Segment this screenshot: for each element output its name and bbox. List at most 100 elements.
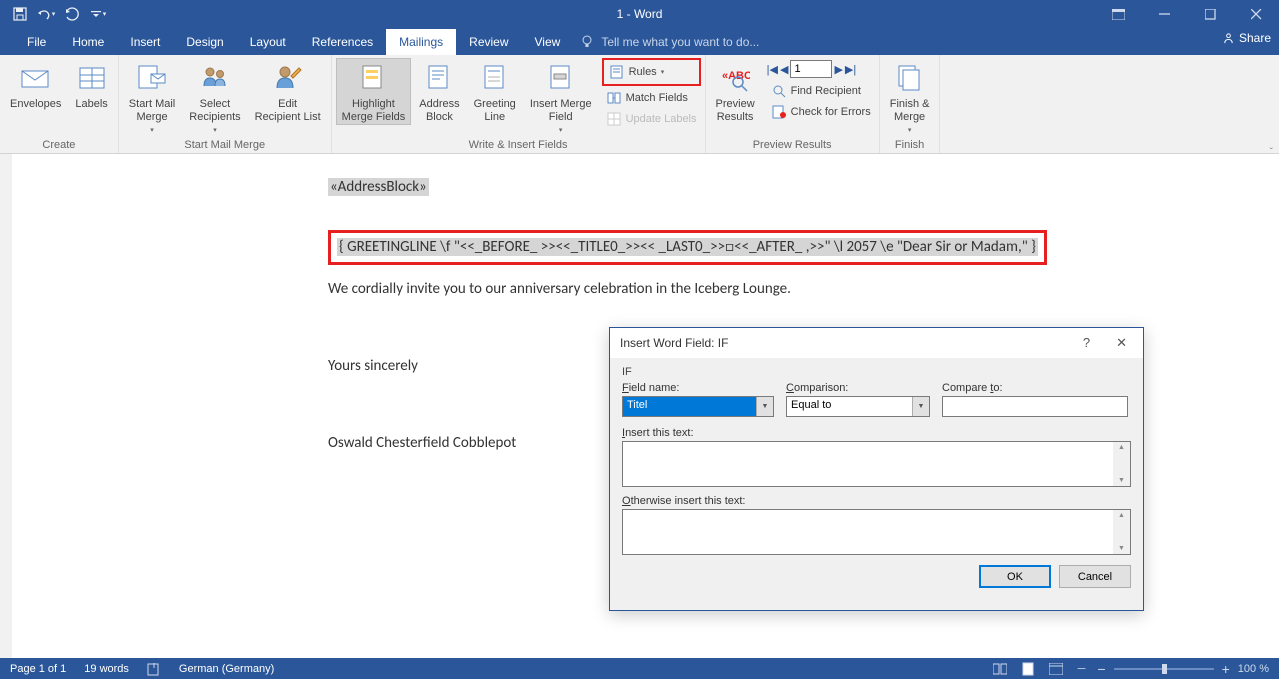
tab-file[interactable]: File xyxy=(14,29,59,55)
ok-button[interactable]: OK xyxy=(979,565,1051,588)
greeting-line-icon xyxy=(479,62,511,94)
finish-merge-button[interactable]: Finish & Merge▾ xyxy=(884,58,936,137)
ribbon: Envelopes Labels Create Start Mail Merge… xyxy=(0,55,1279,154)
labels-button[interactable]: Labels xyxy=(69,58,113,111)
compare-to-label: Compare to: xyxy=(942,382,1128,394)
find-icon xyxy=(771,83,787,99)
edit-recipient-icon xyxy=(272,62,304,94)
compare-to-input[interactable] xyxy=(942,396,1128,417)
body-paragraph[interactable]: We cordially invite you to our anniversa… xyxy=(328,279,1048,300)
ribbon-options-icon[interactable] xyxy=(1095,0,1141,28)
left-margin xyxy=(0,154,12,658)
tab-mailings[interactable]: Mailings xyxy=(386,29,456,55)
highlight-merge-fields-button[interactable]: Highlight Merge Fields xyxy=(336,58,412,125)
check-for-errors-button[interactable]: Check for Errors xyxy=(767,101,875,122)
otherwise-text-textarea[interactable]: ▲▼ xyxy=(622,509,1131,555)
tab-review[interactable]: Review xyxy=(456,29,521,55)
record-number-input[interactable] xyxy=(790,60,832,78)
update-labels-button: Update Labels xyxy=(602,108,701,129)
tab-references[interactable]: References xyxy=(299,29,386,55)
insert-text-textarea[interactable]: ▲▼ xyxy=(622,441,1131,487)
select-recipients-icon xyxy=(199,62,231,94)
envelope-icon xyxy=(20,62,52,94)
greeting-line-button[interactable]: Greeting Line xyxy=(468,58,522,124)
save-icon[interactable] xyxy=(8,3,32,25)
envelopes-button[interactable]: Envelopes xyxy=(4,58,67,111)
finish-merge-icon xyxy=(894,62,926,94)
field-name-label: Field name: xyxy=(622,382,774,394)
rules-highlight-box: Rules▾ xyxy=(602,58,701,86)
document-title: 1 - Word xyxy=(617,7,663,21)
dialog-help-icon[interactable]: ? xyxy=(1073,331,1100,355)
web-layout-icon[interactable] xyxy=(1046,661,1066,677)
preview-results-button[interactable]: «ABC» Preview Results xyxy=(710,58,761,124)
collapse-ribbon-icon[interactable]: ˬ xyxy=(1270,139,1273,150)
tab-insert[interactable]: Insert xyxy=(117,29,173,55)
zoom-in-icon[interactable]: + xyxy=(1222,661,1230,677)
address-block-field[interactable]: «AddressBlock» xyxy=(328,178,429,196)
next-record-icon[interactable]: ▶ xyxy=(834,63,842,76)
greeting-line-field-code[interactable]: { GREETINGLINE \f "<<_BEFORE_ >><<_TITLE… xyxy=(337,238,1038,256)
language-status[interactable]: German (Germany) xyxy=(179,663,274,675)
share-icon xyxy=(1222,32,1235,45)
proofing-icon[interactable] xyxy=(147,662,161,676)
ribbon-group-preview: «ABC» Preview Results |◀ ◀ ▶ ▶| Find Rec… xyxy=(706,55,880,153)
tab-design[interactable]: Design xyxy=(173,29,236,55)
tell-me-search[interactable]: Tell me what you want to do... xyxy=(573,29,767,55)
maximize-icon[interactable] xyxy=(1187,0,1233,28)
status-bar: Page 1 of 1 19 words German (Germany) ─ … xyxy=(0,658,1279,679)
tab-home[interactable]: Home xyxy=(59,29,117,55)
scrollbar[interactable]: ▲▼ xyxy=(1113,442,1130,486)
chevron-down-icon[interactable]: ▼ xyxy=(756,397,773,416)
dialog-close-icon[interactable]: ✕ xyxy=(1106,331,1137,355)
edit-recipient-list-button[interactable]: Edit Recipient List xyxy=(249,58,327,124)
comparison-combo[interactable]: Equal to ▼ xyxy=(786,396,930,417)
dialog-titlebar: Insert Word Field: IF ? ✕ xyxy=(610,328,1143,358)
insert-merge-field-button[interactable]: Insert Merge Field▾ xyxy=(524,58,598,137)
close-icon[interactable] xyxy=(1233,0,1279,28)
ribbon-group-create: Envelopes Labels Create xyxy=(0,55,119,153)
labels-icon xyxy=(76,62,108,94)
tab-view[interactable]: View xyxy=(522,29,574,55)
first-record-icon[interactable]: |◀ xyxy=(767,63,778,76)
ribbon-tabs: File Home Insert Design Layout Reference… xyxy=(0,28,1279,55)
select-recipients-button[interactable]: Select Recipients▾ xyxy=(183,58,246,137)
quick-access-toolbar: ▾ ▾ xyxy=(0,3,110,25)
scrollbar[interactable]: ▲▼ xyxy=(1113,510,1130,554)
find-recipient-button[interactable]: Find Recipient xyxy=(767,80,875,101)
dialog-title: Insert Word Field: IF xyxy=(620,336,728,350)
check-errors-icon xyxy=(771,104,787,120)
match-fields-button[interactable]: Match Fields xyxy=(602,87,701,108)
match-fields-icon xyxy=(606,90,622,106)
ribbon-group-write-insert: Highlight Merge Fields Address Block Gre… xyxy=(332,55,706,153)
undo-icon[interactable]: ▾ xyxy=(34,3,58,25)
share-button[interactable]: Share xyxy=(1222,31,1271,45)
minimize-icon[interactable] xyxy=(1141,0,1187,28)
zoom-level[interactable]: 100 % xyxy=(1238,663,1269,675)
window-controls xyxy=(1095,0,1279,28)
zoom-out-icon[interactable]: − xyxy=(1097,661,1105,677)
ribbon-group-start-mail-merge: Start Mail Merge▾ Select Recipients▾ Edi… xyxy=(119,55,332,153)
start-mail-merge-button[interactable]: Start Mail Merge▾ xyxy=(123,58,181,137)
tab-layout[interactable]: Layout xyxy=(237,29,299,55)
zoom-slider[interactable] xyxy=(1114,668,1214,670)
prev-record-icon[interactable]: ◀ xyxy=(780,63,788,76)
last-record-icon[interactable]: ▶| xyxy=(845,63,856,76)
read-mode-icon[interactable] xyxy=(990,661,1010,677)
address-block-button[interactable]: Address Block xyxy=(413,58,465,124)
rules-button[interactable]: Rules▾ xyxy=(605,61,698,82)
cancel-button[interactable]: Cancel xyxy=(1059,565,1131,588)
redo-icon[interactable] xyxy=(60,3,84,25)
print-layout-icon[interactable] xyxy=(1018,661,1038,677)
greeting-line-field-highlight: { GREETINGLINE \f "<<_BEFORE_ >><<_TITLE… xyxy=(328,230,1047,265)
titlebar: ▾ ▾ 1 - Word xyxy=(0,0,1279,28)
field-name-combo[interactable]: Titel ▼ xyxy=(622,396,774,417)
word-count[interactable]: 19 words xyxy=(84,663,129,675)
page-status[interactable]: Page 1 of 1 xyxy=(10,663,66,675)
qat-customize-icon[interactable]: ▾ xyxy=(86,3,110,25)
chevron-down-icon[interactable]: ▼ xyxy=(912,397,929,416)
preview-results-icon: «ABC» xyxy=(719,62,751,94)
insert-word-field-if-dialog: Insert Word Field: IF ? ✕ IF Field name:… xyxy=(609,327,1144,611)
update-labels-icon xyxy=(606,111,622,127)
lightbulb-icon xyxy=(581,35,595,49)
